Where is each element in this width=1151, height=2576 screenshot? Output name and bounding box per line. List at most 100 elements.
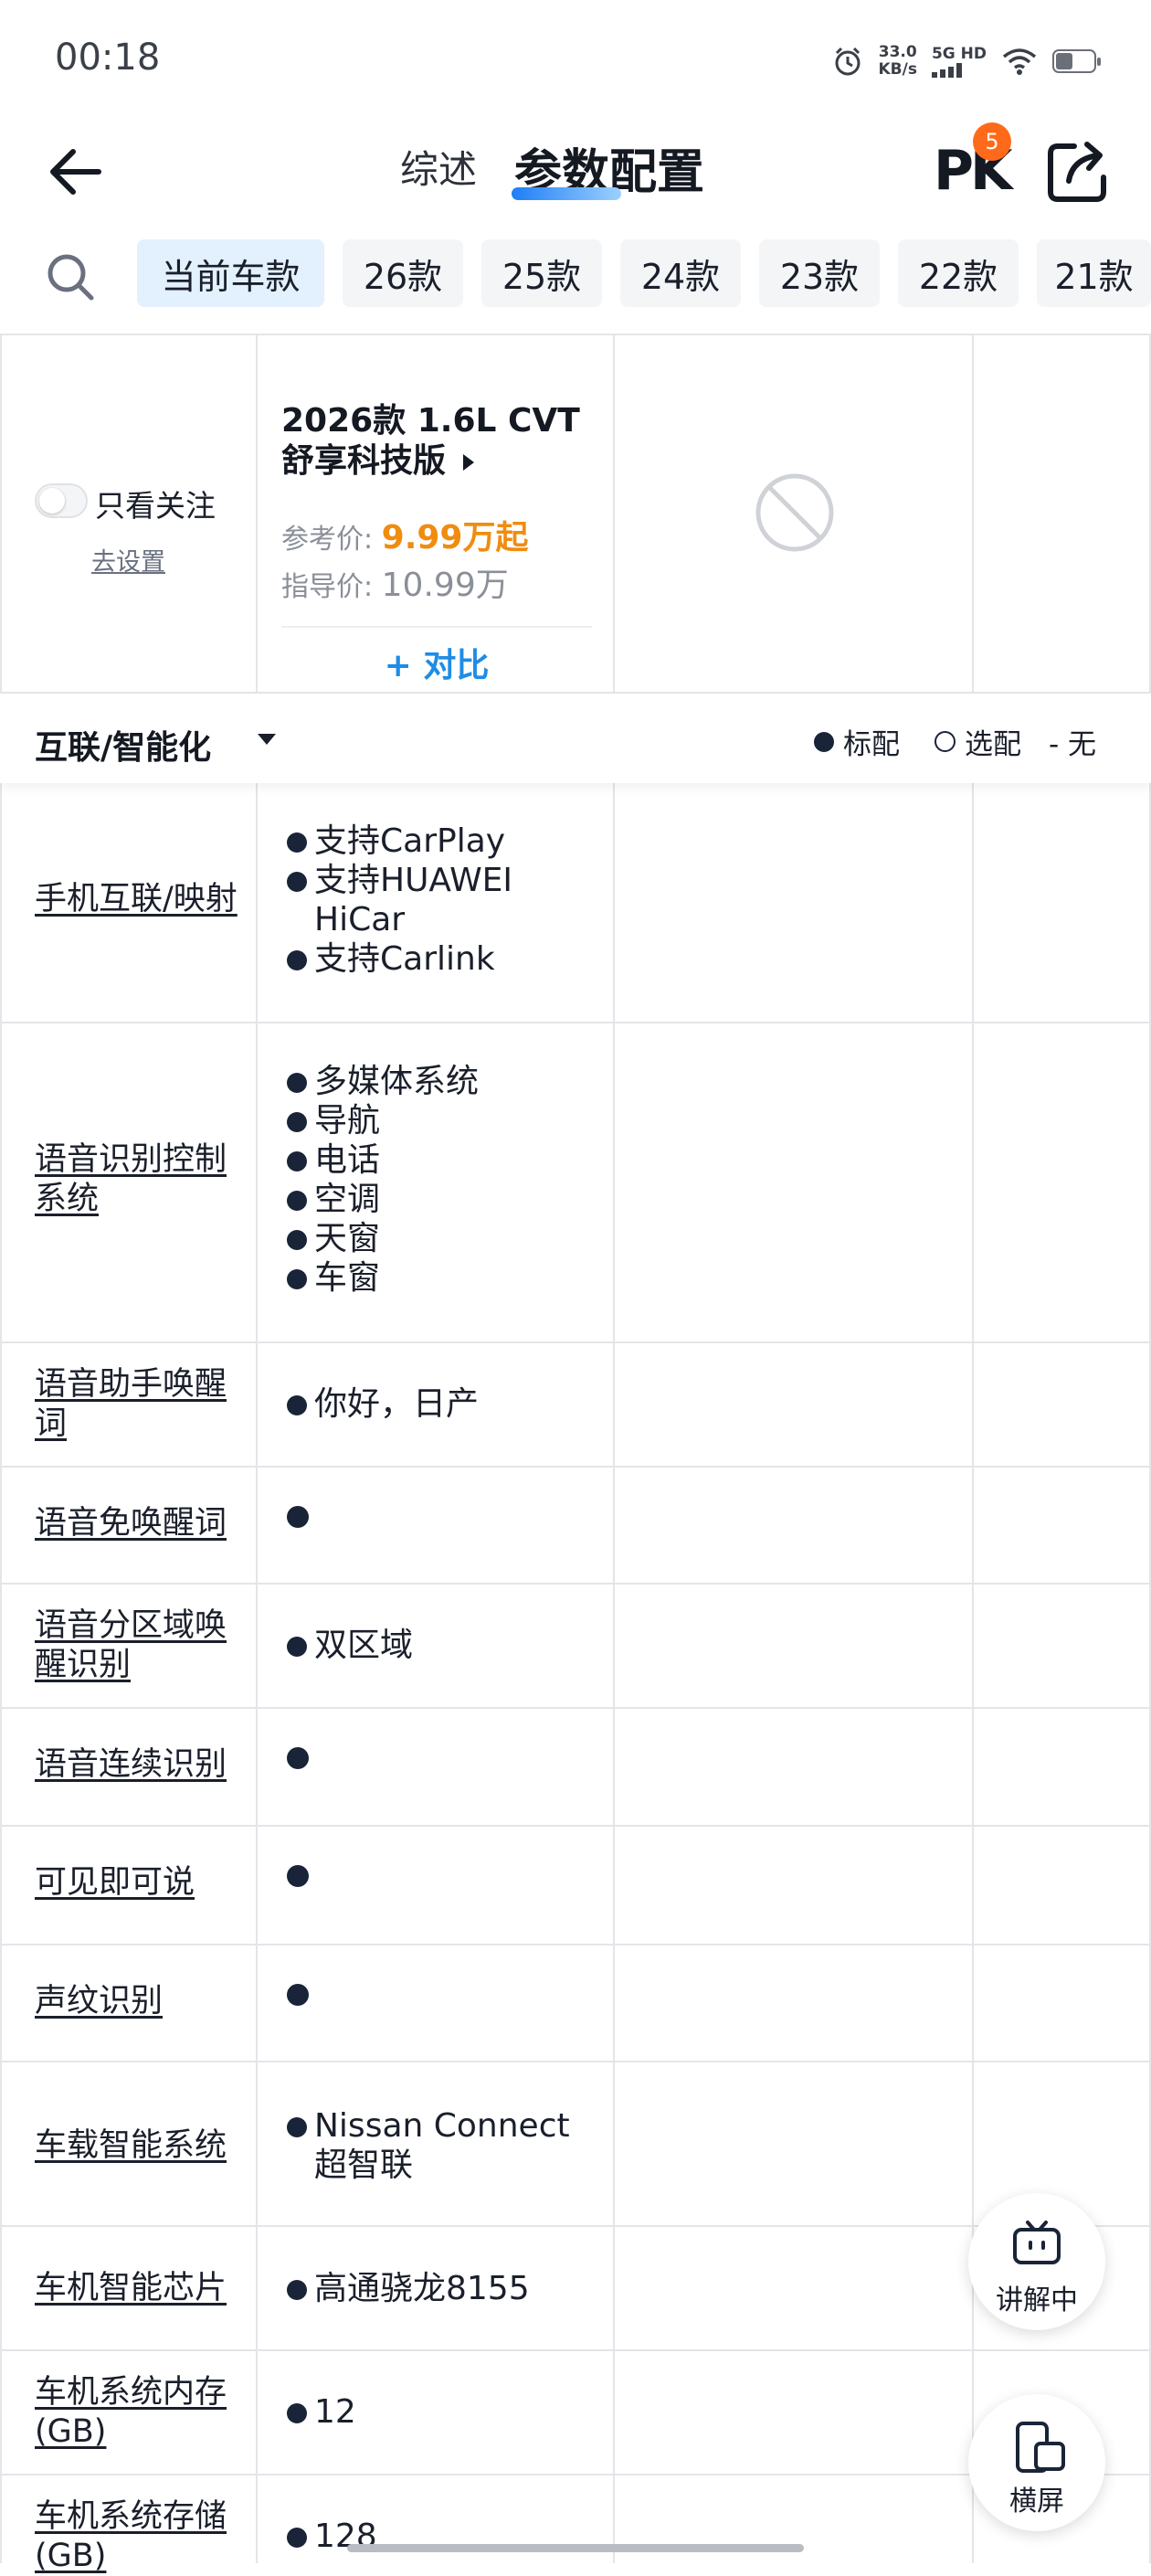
guide-price: 指导价: 10.99万	[281, 558, 509, 606]
param-name[interactable]: 声纹识别	[35, 1982, 254, 2021]
param-values: Nissan Connect超智联	[285, 2106, 600, 2185]
param-value: 高通骁龙8155	[285, 2269, 600, 2308]
tv-icon	[1013, 2221, 1061, 2264]
year-tab-26[interactable]: 26款	[343, 239, 463, 307]
param-name[interactable]: 语音连续识别	[35, 1745, 254, 1785]
signal-bars-icon	[931, 63, 962, 78]
param-value: 12	[285, 2392, 600, 2432]
legend-standard: 标配	[842, 728, 900, 761]
landscape-button[interactable]: 横屏	[968, 2394, 1105, 2531]
guide-price-value: 10.99万	[381, 567, 509, 604]
empty-slot-icon	[755, 473, 834, 552]
legend: 标配 选配 - 无	[813, 721, 1105, 762]
param-value: 电话	[285, 1140, 600, 1180]
network-type: 5G HD	[931, 45, 987, 63]
battery-icon	[1052, 49, 1101, 73]
home-indicator[interactable]	[347, 2544, 804, 2552]
param-value: 支持Carlink	[285, 939, 600, 979]
standard-dot-icon	[287, 1506, 309, 1528]
year-tab-24[interactable]: 24款	[620, 239, 741, 307]
alarm-icon	[835, 47, 861, 76]
param-name[interactable]: 语音识别控制系统	[35, 1140, 254, 1219]
guide-price-label: 指导价:	[281, 571, 374, 603]
car-header-row: 只看关注 去设置 2026款 1.6L CVT 舒享科技版 参考价: 9.99万…	[0, 334, 1151, 694]
param-name[interactable]: 车机智能芯片	[35, 2269, 254, 2308]
standard-dot-icon	[287, 1984, 309, 2006]
param-name[interactable]: 车机系统存储(GB)	[35, 2497, 254, 2576]
landscape-label: 横屏	[1009, 2486, 1064, 2518]
param-name[interactable]: 语音免唤醒词	[35, 1504, 254, 1543]
back-arrow-icon[interactable]	[44, 135, 117, 208]
follow-only-label: 只看关注	[95, 488, 216, 524]
app-header: 综述 参数配置 PK 5	[0, 119, 1151, 224]
year-tab-25[interactable]: 25款	[481, 239, 602, 307]
year-tab-current[interactable]: 当前车款	[137, 239, 324, 307]
status-icons: 33.0 KB/s 5G HD	[832, 38, 1101, 84]
param-name[interactable]: 车机系统内存(GB)	[35, 2373, 254, 2452]
explain-label: 讲解中	[996, 2284, 1078, 2316]
model-year-tabs: 当前车款 26款 25款 24款 23款 22款 21款	[0, 228, 1151, 320]
year-tab-23[interactable]: 23款	[759, 239, 880, 307]
param-value: 车窗	[285, 1258, 600, 1298]
param-values: 多媒体系统 导航 电话 空调 天窗 车窗	[285, 1062, 600, 1298]
param-values: 双区域	[285, 1626, 600, 1665]
param-name[interactable]: 语音分区域唤醒识别	[35, 1606, 254, 1685]
optional-ring-icon	[934, 731, 956, 752]
param-row: 语音免唤醒词	[0, 1468, 1151, 1585]
param-values: 高通骁龙8155	[285, 2269, 600, 2308]
param-value: 双区域	[285, 1626, 600, 1665]
dropdown-caret-icon[interactable]	[258, 734, 276, 745]
wifi-icon	[1002, 48, 1037, 75]
share-icon[interactable]	[1041, 135, 1114, 208]
tab-overview[interactable]: 综述	[400, 139, 477, 195]
explain-button[interactable]: 讲解中	[968, 2193, 1105, 2330]
search-icon[interactable]	[42, 249, 99, 305]
network-speed: 33.0 KB/s	[878, 44, 916, 79]
param-value: 你好，日产	[285, 1384, 600, 1424]
param-values: 12	[285, 2392, 600, 2432]
param-name[interactable]: 语音助手唤醒词	[35, 1365, 254, 1444]
standard-dot-icon	[287, 1865, 309, 1887]
reference-price: 参考价: 9.99万起	[281, 511, 528, 558]
standard-dot-icon	[813, 731, 834, 752]
legend-none: - 无	[1048, 728, 1096, 761]
speed-value: 33.0	[878, 43, 917, 61]
param-row: 可见即可说	[0, 1827, 1151, 1945]
param-row: 手机互联/映射 支持CarPlay 支持HUAWEI HiCar 支持Carli…	[0, 783, 1151, 1023]
follow-only-toggle[interactable]	[35, 483, 88, 518]
reference-price-label: 参考价:	[281, 524, 374, 556]
speed-unit: KB/s	[878, 60, 917, 79]
param-value: 支持CarPlay	[285, 822, 600, 861]
param-value: Nissan Connect超智联	[285, 2106, 600, 2185]
param-name[interactable]: 车载智能系统	[35, 2126, 254, 2166]
active-tab-indicator	[512, 187, 621, 200]
car-model-name: 2026款 1.6L CVT 舒享科技版	[281, 402, 580, 480]
param-values: 支持CarPlay 支持HUAWEI HiCar 支持Carlink	[285, 822, 600, 979]
year-tab-21[interactable]: 21款	[1037, 239, 1151, 307]
param-row: 语音分区域唤醒识别 双区域	[0, 1585, 1151, 1709]
car-card-divider	[281, 626, 592, 628]
year-tab-22[interactable]: 22款	[898, 239, 1019, 307]
param-value: 多媒体系统	[285, 1062, 600, 1101]
param-value: 天窗	[285, 1219, 600, 1258]
add-compare-button[interactable]: + 对比	[281, 639, 592, 686]
param-value: 导航	[285, 1101, 600, 1140]
param-value: 空调	[285, 1180, 600, 1219]
param-name[interactable]: 手机互联/映射	[35, 880, 254, 919]
status-time: 00:18	[55, 37, 161, 79]
legend-optional: 选配	[964, 728, 1021, 761]
go-setting-link[interactable]: 去设置	[91, 542, 165, 578]
param-row: 语音识别控制系统 多媒体系统 导航 电话 空调 天窗 车窗	[0, 1023, 1151, 1343]
rotate-screen-icon	[1016, 2422, 1065, 2473]
param-row: 车载智能系统 Nissan Connect超智联	[0, 2062, 1151, 2227]
section-title[interactable]: 互联/智能化	[35, 721, 211, 769]
param-values: 你好，日产	[285, 1384, 600, 1424]
param-row: 语音连续识别	[0, 1709, 1151, 1827]
car-model-title[interactable]: 2026款 1.6L CVT 舒享科技版	[281, 401, 597, 482]
caret-right-icon	[462, 454, 474, 471]
pk-count-badge: 5	[973, 122, 1011, 161]
reference-price-value: 9.99万起	[381, 519, 529, 557]
section-header: 互联/智能化 标配 选配 - 无	[0, 694, 1151, 783]
param-name[interactable]: 可见即可说	[35, 1863, 254, 1903]
cellular-signal: 5G HD	[931, 45, 987, 78]
